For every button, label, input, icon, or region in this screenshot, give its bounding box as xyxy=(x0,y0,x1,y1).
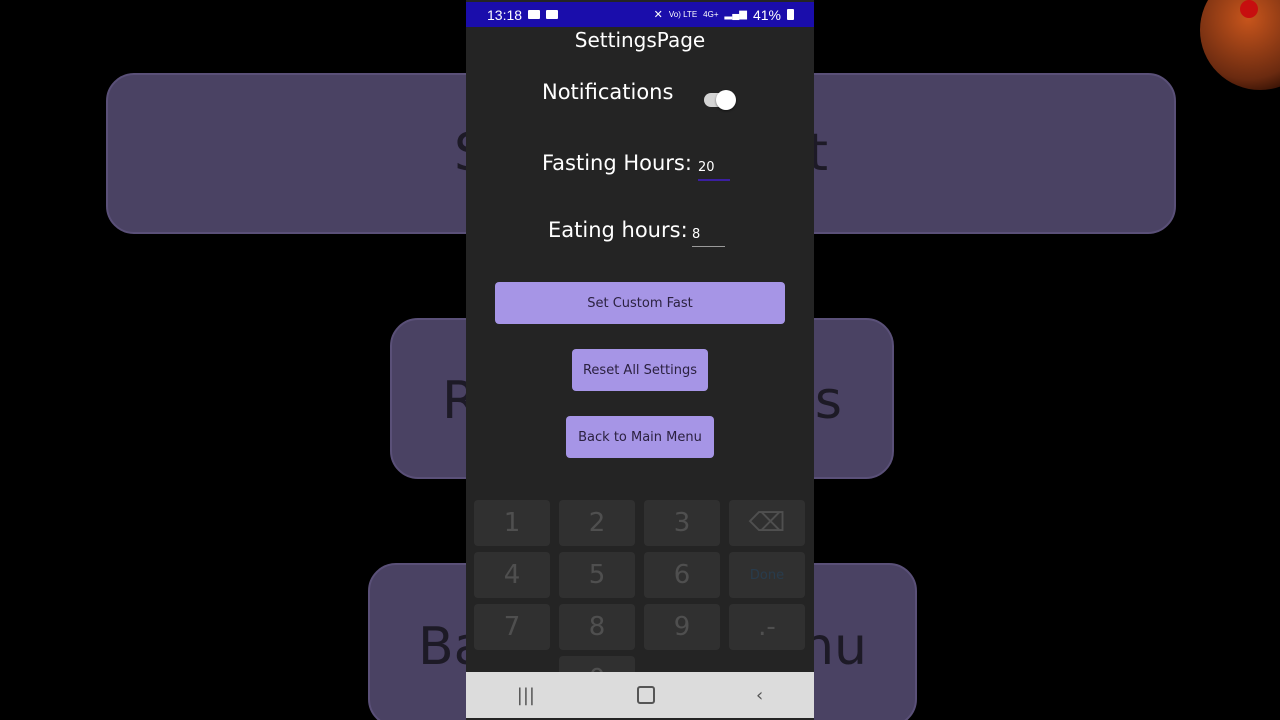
toggle-knob xyxy=(716,90,736,110)
backspace-icon[interactable]: ⌫ xyxy=(729,500,805,546)
minus-key[interactable]: .- xyxy=(729,604,805,650)
key-3[interactable]: 3 xyxy=(644,500,720,546)
eating-hours-input[interactable]: 8 xyxy=(692,227,725,247)
recents-icon[interactable]: ||| xyxy=(517,685,535,706)
bg-orb xyxy=(1200,0,1280,90)
status-right: ✕ Vo) LTE 4G+ ▂▄▆ 41% xyxy=(654,7,794,23)
eating-hours-label: Eating hours: xyxy=(548,218,688,242)
key-6[interactable]: 6 xyxy=(644,552,720,598)
key-8[interactable]: 8 xyxy=(559,604,635,650)
status-bar: 13:18 ✕ Vo) LTE 4G+ ▂▄▆ 41% xyxy=(466,2,814,27)
key-7[interactable]: 7 xyxy=(474,604,550,650)
signal-bars-icon: ▂▄▆ xyxy=(724,9,747,20)
notifications-label: Notifications xyxy=(542,80,674,104)
numeric-keypad: 1 2 3 ⌫ 4 5 6 Done 7 8 9 .- 0 xyxy=(474,500,806,702)
phone-screen: 13:18 ✕ Vo) LTE 4G+ ▂▄▆ 41% SettingsPage… xyxy=(466,0,814,720)
battery-label: 41% xyxy=(752,6,781,23)
fasting-hours-input[interactable]: 20 xyxy=(698,160,730,181)
reset-all-settings-button[interactable]: Reset All Settings xyxy=(572,349,708,391)
battery-icon xyxy=(787,9,794,20)
page-title: SettingsPage xyxy=(574,28,706,52)
key-5[interactable]: 5 xyxy=(559,552,635,598)
key-4[interactable]: 4 xyxy=(474,552,550,598)
notifications-toggle[interactable] xyxy=(704,90,736,110)
signal-label: 4G+ xyxy=(703,9,719,19)
fasting-hours-label: Fasting Hours: xyxy=(542,151,692,175)
set-custom-fast-button[interactable]: Set Custom Fast xyxy=(495,282,785,324)
done-key[interactable]: Done xyxy=(729,552,805,598)
key-9[interactable]: 9 xyxy=(644,604,720,650)
navigation-bar: ||| ‹ xyxy=(466,672,814,718)
back-icon[interactable]: ‹ xyxy=(756,685,763,706)
gallery-icon xyxy=(546,10,559,19)
key-2[interactable]: 2 xyxy=(559,500,635,546)
key-1[interactable]: 1 xyxy=(474,500,550,546)
video-icon xyxy=(528,10,541,19)
status-time: 13:18 xyxy=(487,6,523,23)
mute-icon: ✕ xyxy=(653,9,663,21)
network-label: Vo) LTE xyxy=(668,9,698,19)
home-icon[interactable] xyxy=(636,686,655,704)
back-to-main-menu-button[interactable]: Back to Main Menu xyxy=(566,416,714,458)
